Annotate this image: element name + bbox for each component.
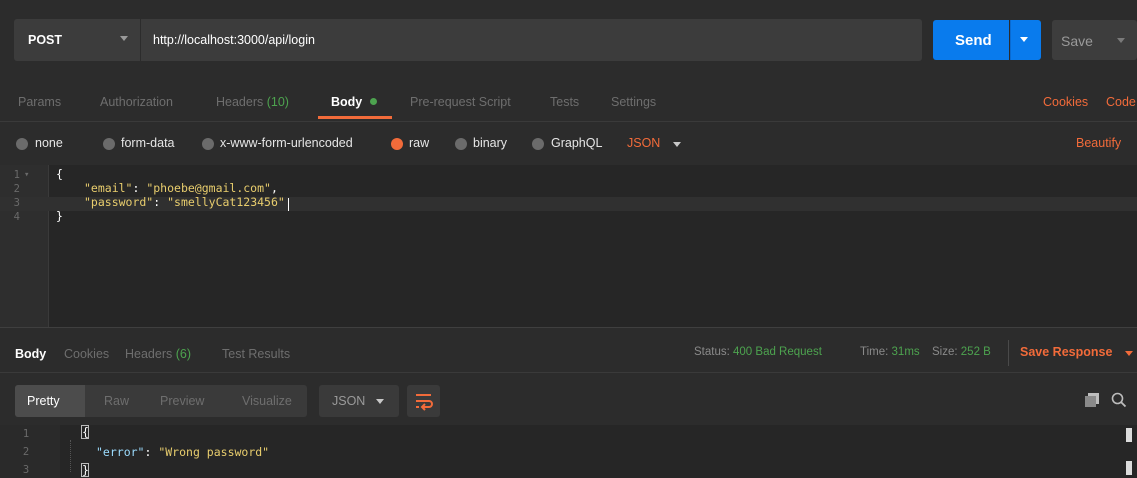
scrollbar-marker[interactable]	[1126, 428, 1132, 442]
line-number: 2	[22, 446, 30, 458]
tab-headers-label: Headers	[216, 95, 264, 109]
radio-raw-label[interactable]: raw	[409, 136, 429, 150]
radio-form-data[interactable]	[103, 138, 115, 150]
json-key: "password"	[84, 195, 154, 209]
active-tab-indicator	[318, 116, 392, 119]
json-value: "Wrong password"	[158, 445, 270, 459]
response-headers-count: (6)	[175, 347, 192, 361]
divider	[0, 121, 1137, 122]
response-line-error: "error": "Wrong password"	[96, 445, 270, 459]
status-indicator[interactable]: Status: 400 Bad Request	[694, 346, 822, 358]
fold-arrow-icon[interactable]: ▾	[24, 170, 29, 180]
radio-none-label[interactable]: none	[35, 136, 63, 150]
time-indicator[interactable]: Time: 31ms	[860, 346, 920, 358]
line-number: 1	[22, 428, 30, 440]
json-value: "phoebe@gmail.com"	[146, 181, 271, 195]
status-label: Status:	[694, 346, 730, 358]
chevron-down-icon[interactable]	[1020, 37, 1028, 42]
response-close-brace: }	[82, 463, 89, 477]
size-value: 252 B	[960, 346, 991, 358]
gutter-border	[48, 165, 49, 327]
view-visualize[interactable]: Visualize	[242, 394, 292, 408]
radio-none[interactable]	[16, 138, 28, 150]
response-tab-headers-label: Headers	[125, 347, 173, 361]
tab-headers[interactable]: Headers (10)	[216, 95, 289, 109]
radio-graphql-label[interactable]: GraphQL	[551, 136, 602, 150]
time-value: 31ms	[891, 346, 920, 358]
body-indicator-dot	[370, 98, 377, 105]
view-pretty[interactable]: Pretty	[27, 394, 60, 408]
size-label: Size:	[932, 346, 958, 358]
line-number: 4	[13, 211, 20, 223]
status-value: 400 Bad Request	[733, 346, 822, 358]
line-number: 1	[13, 169, 20, 181]
line-number: 2	[13, 183, 20, 195]
tab-pre-request-script[interactable]: Pre-request Script	[410, 95, 511, 109]
json-key: "email"	[84, 181, 133, 195]
indent-guide	[70, 440, 71, 472]
method-label[interactable]: POST	[28, 33, 62, 47]
line-number: 3	[22, 464, 30, 476]
body-format-select[interactable]: JSON	[627, 136, 660, 150]
response-tab-body[interactable]: Body	[15, 347, 46, 361]
radio-urlencoded-label[interactable]: x-www-form-urlencoded	[220, 136, 353, 150]
tab-tests[interactable]: Tests	[550, 95, 579, 109]
view-raw[interactable]: Raw	[104, 394, 129, 408]
response-open-brace: {	[82, 425, 89, 439]
wrap-lines-icon	[416, 394, 433, 411]
code-open-brace: {	[56, 167, 63, 181]
response-tab-cookies[interactable]: Cookies	[64, 347, 109, 361]
radio-binary-label[interactable]: binary	[473, 136, 507, 150]
divider	[0, 372, 1137, 373]
code-line-email: "email": "phoebe@gmail.com",	[84, 181, 278, 195]
radio-binary[interactable]	[455, 138, 467, 150]
chevron-down-icon[interactable]	[1117, 38, 1125, 43]
line-number: 3	[13, 197, 20, 209]
json-value: "smellyCat123456"	[167, 195, 285, 209]
chevron-down-icon[interactable]	[376, 399, 384, 404]
send-label[interactable]: Send	[955, 32, 992, 49]
scrollbar-marker[interactable]	[1126, 461, 1132, 475]
code-line-password: "password": "smellyCat123456"	[84, 195, 285, 209]
divider	[1008, 340, 1009, 366]
chevron-down-icon[interactable]	[120, 36, 128, 41]
beautify-button[interactable]: Beautify	[1076, 136, 1121, 150]
code-link[interactable]: Code	[1106, 95, 1136, 109]
view-preview[interactable]: Preview	[160, 394, 204, 408]
url-text[interactable]: http://localhost:3000/api/login	[153, 33, 315, 47]
chevron-down-icon[interactable]	[1125, 351, 1133, 356]
radio-raw[interactable]	[391, 138, 403, 150]
copy-icon[interactable]	[1085, 393, 1099, 407]
tab-body[interactable]: Body	[331, 95, 362, 109]
save-label[interactable]: Save	[1061, 33, 1093, 49]
wrap-lines-button[interactable]	[407, 385, 440, 417]
code-close-brace: }	[56, 209, 63, 223]
response-tab-test-results[interactable]: Test Results	[222, 347, 290, 361]
search-icon[interactable]	[1111, 392, 1127, 408]
cookies-link[interactable]: Cookies	[1043, 95, 1088, 109]
size-indicator[interactable]: Size: 252 B	[932, 346, 991, 358]
radio-urlencoded[interactable]	[202, 138, 214, 150]
save-response-button[interactable]: Save Response	[1020, 345, 1112, 359]
tab-headers-count: (10)	[266, 95, 289, 109]
tab-params[interactable]: Params	[18, 95, 61, 109]
radio-graphql[interactable]	[532, 138, 544, 150]
chevron-down-icon[interactable]	[673, 142, 681, 147]
radio-form-data-label[interactable]: form-data	[121, 136, 175, 150]
text-cursor	[288, 198, 289, 211]
time-label: Time:	[860, 346, 889, 358]
response-format-label[interactable]: JSON	[332, 394, 365, 408]
tab-authorization[interactable]: Authorization	[100, 95, 173, 109]
tab-settings[interactable]: Settings	[611, 95, 656, 109]
json-key: "error"	[96, 445, 145, 459]
response-tab-headers[interactable]: Headers (6)	[125, 347, 191, 361]
pane-divider[interactable]	[0, 327, 1137, 328]
